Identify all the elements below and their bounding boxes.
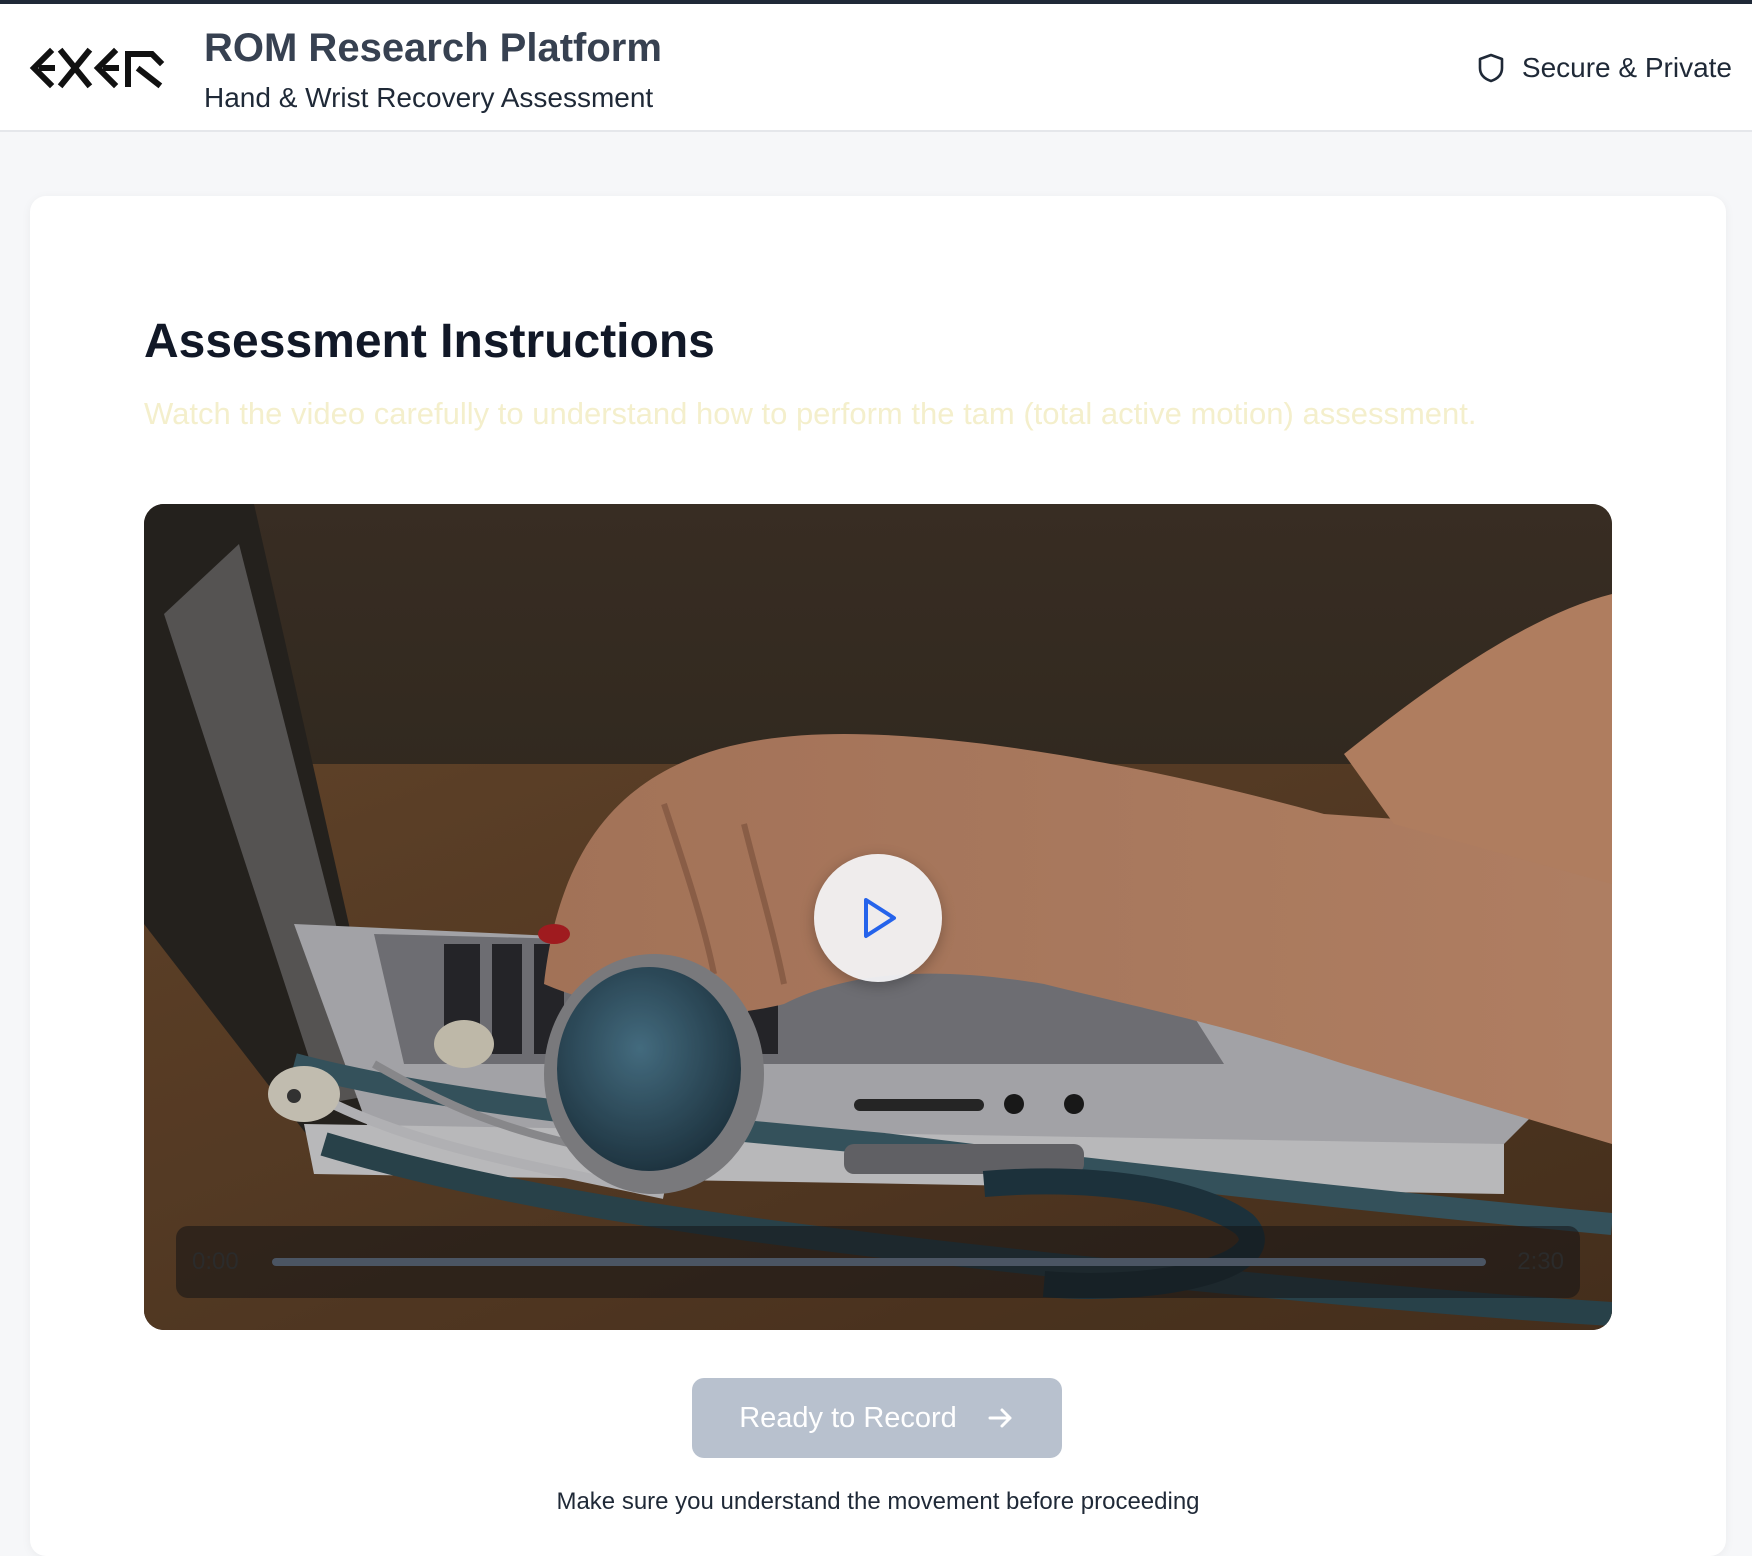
- video-controls: 0:00 2:30: [176, 1226, 1580, 1298]
- shield-icon: [1478, 53, 1504, 83]
- play-button[interactable]: [814, 854, 942, 982]
- app-subtitle: Hand & Wrist Recovery Assessment: [204, 82, 654, 113]
- ready-to-record-label: Ready to Record: [739, 1401, 957, 1434]
- current-time: 0:00: [192, 1248, 239, 1275]
- instructions-card: Assessment Instructions Watch the video …: [30, 196, 1726, 1556]
- secure-indicator: Secure & Private: [1478, 52, 1732, 84]
- exer-logo: [29, 47, 165, 89]
- app-title: ROM Research Platform: [204, 26, 662, 70]
- instruction-video[interactable]: 0:00 2:30: [144, 504, 1612, 1330]
- video-duration: 2:30: [1517, 1248, 1564, 1275]
- proceed-hint: Make sure you understand the movement be…: [556, 1488, 1200, 1515]
- app-header: ROM Research Platform Hand & Wrist Recov…: [0, 4, 1752, 132]
- instruction-text: Watch the video carefully to understand …: [144, 396, 1477, 431]
- arrow-right-icon: [988, 1408, 1012, 1428]
- play-icon: [864, 898, 896, 938]
- ready-to-record-button[interactable]: Ready to Record: [692, 1378, 1062, 1458]
- page-title: Assessment Instructions: [144, 315, 715, 368]
- video-progress-bar[interactable]: [272, 1258, 1486, 1266]
- secure-label: Secure & Private: [1521, 52, 1732, 83]
